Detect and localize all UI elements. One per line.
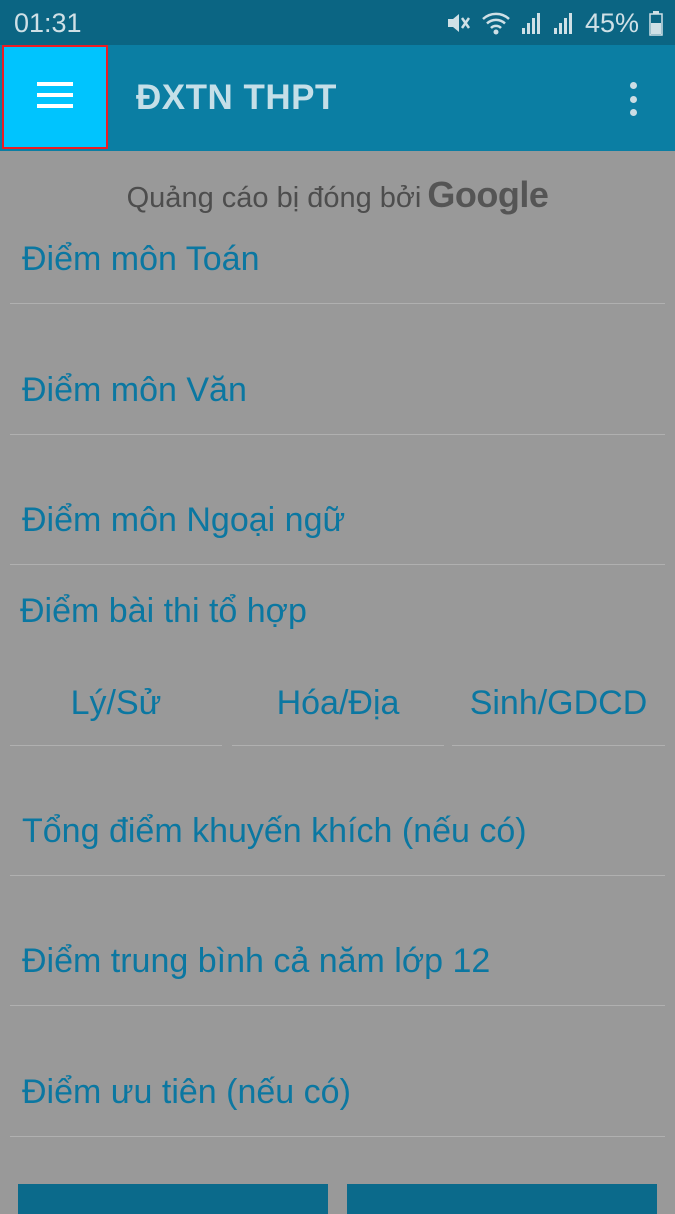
signal-icon (553, 10, 575, 36)
status-icons: 45% (445, 6, 663, 40)
khuyen-khich-score-input[interactable]: Tổng điểm khuyến khích (nếu có) (10, 812, 665, 876)
trung-binh-score-input[interactable]: Điểm trung bình cả năm lớp 12 (10, 942, 665, 1006)
input-underline (232, 745, 444, 746)
bottom-right-button[interactable] (347, 1184, 657, 1214)
ad-notice-text: Quảng cáo bị đóng bởi (126, 182, 422, 214)
input-underline (10, 303, 665, 304)
more-vertical-icon-dot (629, 95, 637, 103)
ly-su-score-input[interactable]: Lý/Sử (10, 684, 222, 746)
toan-score-hint: Điểm môn Toán (22, 240, 260, 278)
google-logo: Google (427, 174, 549, 215)
ngoai-ngu-score-input[interactable]: Điểm môn Ngoại ngữ (10, 501, 665, 565)
hoa-dia-score-hint: Hóa/Địa (276, 684, 400, 722)
hoa-dia-score-input[interactable]: Hóa/Địa (232, 684, 444, 746)
more-vertical-icon-dot (629, 109, 637, 116)
sinh-gdcd-score-hint: Sinh/GDCD (469, 684, 648, 722)
status-bar: 01:31 45% (0, 0, 675, 45)
input-underline (10, 875, 665, 876)
ad-closed-notice: Quảng cáo bị đóng bởi Google (0, 174, 675, 216)
battery-icon (649, 10, 663, 36)
signal-icon (521, 10, 543, 36)
input-underline (10, 434, 665, 435)
menu-button[interactable] (2, 45, 108, 149)
app-title: ĐXTN THPT (136, 78, 337, 117)
to-hop-heading: Điểm bài thi tổ hợp (20, 592, 307, 630)
uu-tien-score-hint: Điểm ưu tiên (nếu có) (22, 1073, 351, 1111)
input-underline (10, 1136, 665, 1137)
mute-icon (445, 10, 471, 36)
van-score-input[interactable]: Điểm môn Văn (10, 371, 665, 435)
battery-percent: 45% (584, 7, 639, 38)
ly-su-score-hint: Lý/Sử (70, 684, 162, 722)
khuyen-khich-score-hint: Tổng điểm khuyến khích (nếu có) (22, 812, 527, 850)
more-vertical-icon (629, 82, 637, 89)
trung-binh-score-hint: Điểm trung bình cả năm lớp 12 (22, 942, 491, 980)
ngoai-ngu-score-hint: Điểm môn Ngoại ngữ (22, 501, 346, 539)
input-underline (10, 1005, 665, 1006)
uu-tien-score-input[interactable]: Điểm ưu tiên (nếu có) (10, 1073, 665, 1137)
status-time: 01:31 (14, 8, 82, 38)
bottom-left-button[interactable] (18, 1184, 328, 1214)
toan-score-input[interactable]: Điểm môn Toán (10, 240, 665, 304)
van-score-hint: Điểm môn Văn (22, 371, 247, 409)
input-underline (10, 564, 665, 565)
input-underline (452, 745, 665, 746)
hamburger-menu-icon (37, 81, 73, 114)
wifi-icon (481, 10, 511, 36)
overflow-menu-button[interactable] (618, 78, 648, 120)
sinh-gdcd-score-input[interactable]: Sinh/GDCD (452, 684, 665, 746)
input-underline (10, 745, 222, 746)
